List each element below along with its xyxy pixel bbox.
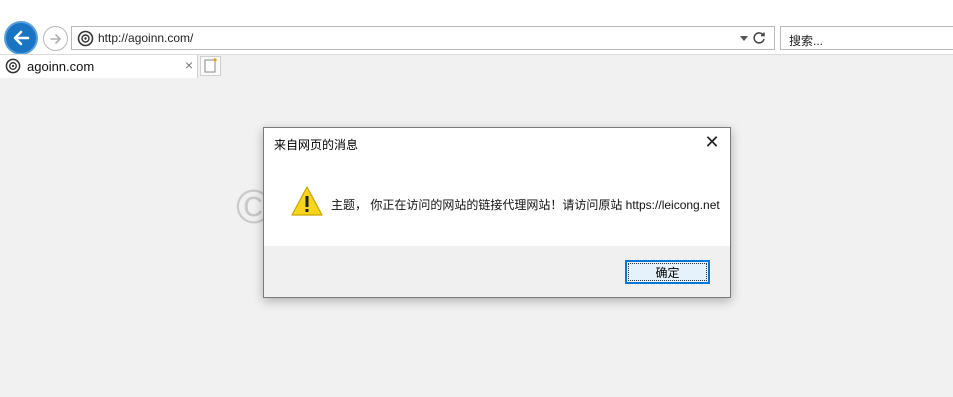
browser-toolbar: http://agoinn.com/ 搜索... — [0, 0, 953, 55]
forward-arrow-icon — [49, 33, 61, 44]
focus-ring — [628, 263, 707, 281]
tab-strip: agoinn.com × — [0, 54, 953, 78]
site-favicon-icon — [77, 30, 94, 47]
dialog-title: 来自网页的消息 — [274, 138, 359, 152]
forward-button[interactable] — [43, 26, 68, 51]
address-bar[interactable]: http://agoinn.com/ — [71, 26, 775, 50]
new-tab-button[interactable] — [200, 56, 221, 76]
warning-icon — [291, 186, 323, 216]
refresh-icon[interactable] — [751, 30, 767, 46]
ok-button[interactable]: 确定 — [625, 260, 710, 284]
search-input[interactable]: 搜索... — [780, 26, 953, 50]
dialog-message: 主题， 你正在访问的网站的链接代理网站！请访问原站 https://leicon… — [331, 198, 720, 212]
search-placeholder: 搜索... — [789, 34, 824, 48]
new-tab-icon — [204, 58, 217, 73]
alert-dialog: 来自网页的消息 ✕ 主题， 你正在访问的网站的链接代理网站！请访问原站 http… — [263, 127, 731, 298]
tab-close-icon[interactable]: × — [185, 57, 193, 73]
chevron-down-icon[interactable] — [740, 36, 748, 41]
tab-agoinn[interactable]: agoinn.com × — [0, 55, 198, 78]
back-button[interactable] — [4, 21, 38, 55]
dialog-footer: 确定 — [264, 246, 730, 297]
close-icon[interactable]: ✕ — [702, 131, 722, 153]
address-url[interactable]: http://agoinn.com/ — [98, 31, 193, 45]
dialog-body: 主题， 你正在访问的网站的链接代理网站！请访问原站 https://leicon… — [264, 160, 730, 246]
site-favicon-icon — [5, 58, 21, 74]
tab-title: agoinn.com — [27, 59, 95, 74]
back-arrow-icon — [13, 30, 30, 46]
